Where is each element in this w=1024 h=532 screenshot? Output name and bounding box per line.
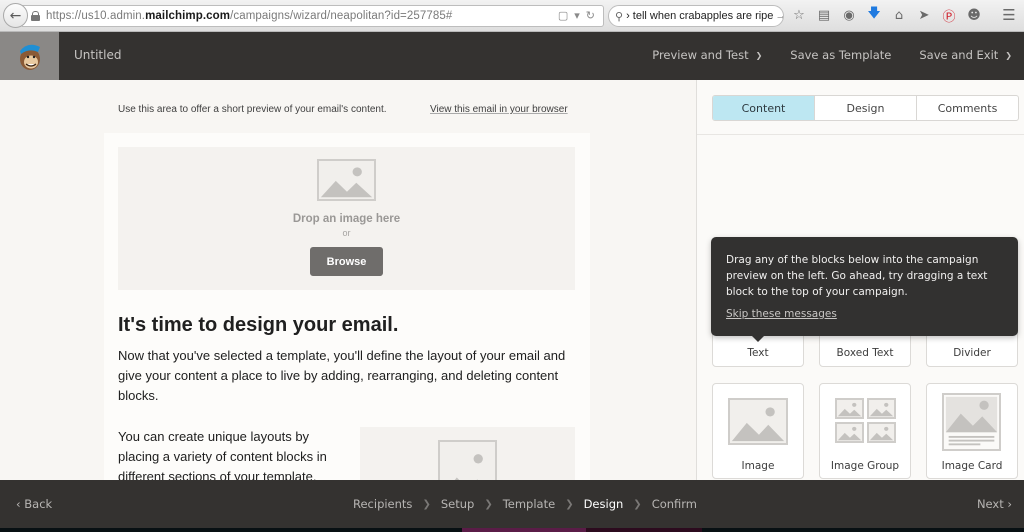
next-button[interactable]: Next › <box>977 497 1012 511</box>
pinterest-icon[interactable]: Ⓟ <box>942 6 956 25</box>
pocket-icon[interactable]: ◉ <box>842 6 856 24</box>
reading-list-icon[interactable]: ▤ <box>817 6 831 24</box>
search-go-icon[interactable]: → <box>775 10 783 22</box>
drag-blocks-tooltip: Drag any of the blocks below into the ca… <box>711 237 1018 342</box>
image-placeholder-icon <box>317 159 376 201</box>
lock-icon <box>31 11 40 21</box>
panel-divider <box>697 134 1024 135</box>
preview-and-test-label: Preview and Test <box>652 48 749 62</box>
image-group-icon <box>867 398 896 419</box>
url-text: https://us10.admin.mailchimp.com/campaig… <box>46 10 453 22</box>
block-label: Image Card <box>941 460 1003 472</box>
image-icon <box>728 398 788 445</box>
chat-icon[interactable]: ☻ <box>967 6 981 24</box>
back-button[interactable]: ‹ Back <box>16 497 52 511</box>
bookmark-star-icon[interactable]: ☆ <box>792 6 806 24</box>
or-text: or <box>342 228 351 238</box>
image-group-icon <box>835 422 864 443</box>
step-design[interactable]: Design <box>584 497 624 511</box>
wizard-steps: Recipients ❯ Setup ❯ Template ❯ Design ❯… <box>353 497 697 511</box>
email-headline[interactable]: It's time to design your email. <box>118 314 398 337</box>
email-paragraph[interactable]: You can create unique layouts by placing… <box>118 427 343 480</box>
chevron-right-icon: ❯ <box>633 498 642 510</box>
save-as-template-label: Save as Template <box>790 48 892 62</box>
browser-toolbar: https://us10.admin.mailchimp.com/campaig… <box>0 0 1024 32</box>
url-bar[interactable]: https://us10.admin.mailchimp.com/campaig… <box>22 5 604 27</box>
dropdown-arrow-icon[interactable]: ▾ <box>574 9 580 22</box>
image-drop-zone[interactable]: Drop an image here or Browse <box>118 147 575 290</box>
download-icon[interactable]: 🡇 <box>867 6 881 24</box>
back-label: Back <box>24 497 53 511</box>
chevron-right-icon: › <box>1007 497 1012 511</box>
step-setup[interactable]: Setup <box>441 497 474 511</box>
block-image[interactable]: Image <box>712 383 804 479</box>
desktop-background <box>0 528 1024 532</box>
image-group-icon <box>867 422 896 443</box>
chevron-right-icon: ❯ <box>422 498 431 510</box>
mailchimp-logo[interactable] <box>0 32 59 80</box>
tab-content[interactable]: Content <box>713 96 815 120</box>
side-image-drop-zone[interactable] <box>360 427 575 480</box>
menu-icon[interactable]: ☰ <box>1002 6 1016 24</box>
email-preview-canvas: Use this area to offer a short preview o… <box>0 80 696 480</box>
block-label: Image Group <box>830 460 900 472</box>
block-label: Text <box>747 347 769 359</box>
arrow-left-icon: ← <box>9 7 22 24</box>
chevron-down-icon: ❯ <box>1005 50 1012 60</box>
view-in-browser-link[interactable]: View this email in your browser <box>430 104 568 115</box>
browse-button[interactable]: Browse <box>310 247 383 276</box>
search-value: › tell when crabapples are ripe <box>626 10 774 22</box>
block-label: Divider <box>953 347 991 359</box>
reader-view-icon[interactable]: ▢ <box>558 9 568 22</box>
browser-search-input[interactable]: ⚲ › tell when crabapples are ripe → <box>608 5 784 27</box>
image-card-icon <box>942 393 1001 451</box>
step-recipients[interactable]: Recipients <box>353 497 412 511</box>
drop-image-text: Drop an image here <box>292 213 401 225</box>
skip-messages-link[interactable]: Skip these messages <box>726 308 837 320</box>
image-placeholder-icon <box>438 440 497 480</box>
home-icon[interactable]: ⌂ <box>892 6 906 24</box>
block-label: Boxed Text <box>836 347 894 359</box>
tooltip-text: Drag any of the blocks below into the ca… <box>726 254 988 298</box>
tab-design[interactable]: Design <box>815 96 917 120</box>
freddie-monkey-icon <box>19 44 40 70</box>
preview-and-test-button[interactable]: Preview and Test ❯ <box>652 48 762 62</box>
browser-back-button[interactable]: ← <box>3 3 28 28</box>
block-image-group[interactable]: Image Group <box>819 383 911 479</box>
block-label: Image <box>741 460 775 472</box>
preheader-text[interactable]: Use this area to offer a short preview o… <box>118 104 387 115</box>
step-confirm[interactable]: Confirm <box>652 497 697 511</box>
app-header: Untitled Preview and Test ❯ Save as Temp… <box>0 32 1024 80</box>
chevron-left-icon: ‹ <box>16 497 21 511</box>
save-as-template-button[interactable]: Save as Template <box>790 48 891 62</box>
wizard-footer: ‹ Back Recipients ❯ Setup ❯ Template ❯ D… <box>0 480 1024 528</box>
panel-tabs: Content Design Comments <box>712 95 1019 121</box>
save-and-exit-label: Save and Exit <box>919 48 999 62</box>
step-template[interactable]: Template <box>503 497 555 511</box>
image-group-icon <box>835 398 864 419</box>
search-icon: ⚲ <box>615 10 624 23</box>
send-icon[interactable]: ➤ <box>917 6 931 24</box>
campaign-title[interactable]: Untitled <box>74 48 121 62</box>
reload-icon[interactable]: ↻ <box>586 9 595 22</box>
chevron-right-icon: ❯ <box>565 498 574 510</box>
next-label: Next <box>976 497 1004 511</box>
email-body: Drop an image here or Browse It's time t… <box>104 133 590 480</box>
chevron-down-icon: ❯ <box>755 50 763 60</box>
block-image-card[interactable]: Image Card <box>926 383 1018 479</box>
save-and-exit-button[interactable]: Save and Exit ❯ <box>919 48 1012 62</box>
email-paragraph[interactable]: Now that you've selected a template, you… <box>118 346 578 406</box>
tab-comments[interactable]: Comments <box>917 96 1018 120</box>
chevron-right-icon: ❯ <box>484 498 493 510</box>
